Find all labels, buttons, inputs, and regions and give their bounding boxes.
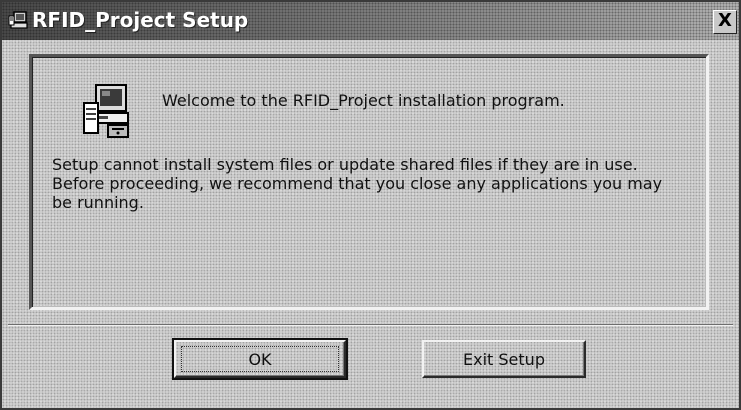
setup-computer-icon [8,10,30,32]
message-line: be running. [52,193,144,212]
exit-setup-button-label: Exit Setup [463,349,545,369]
close-icon: X [718,10,732,31]
welcome-text: Welcome to the RFID_Project installation… [162,91,565,110]
setup-message: Setup cannot install system files or upd… [52,155,692,212]
message-panel: Welcome to the RFID_Project installation… [29,54,709,310]
focus-rect [181,346,339,372]
setup-dialog: RFID_Project Setup X Welcome to the RFID… [0,0,741,410]
message-line: Before proceeding, we recommend that you… [52,174,663,193]
message-line: Setup cannot install system files or upd… [52,155,638,174]
ok-button[interactable]: OK [172,338,348,380]
close-button[interactable]: X [713,10,737,34]
separator [8,324,733,326]
computer-install-icon [80,83,134,139]
title-bar[interactable]: RFID_Project Setup X [2,2,739,40]
exit-setup-button[interactable]: Exit Setup [422,340,586,378]
window-title: RFID_Project Setup [32,8,249,32]
